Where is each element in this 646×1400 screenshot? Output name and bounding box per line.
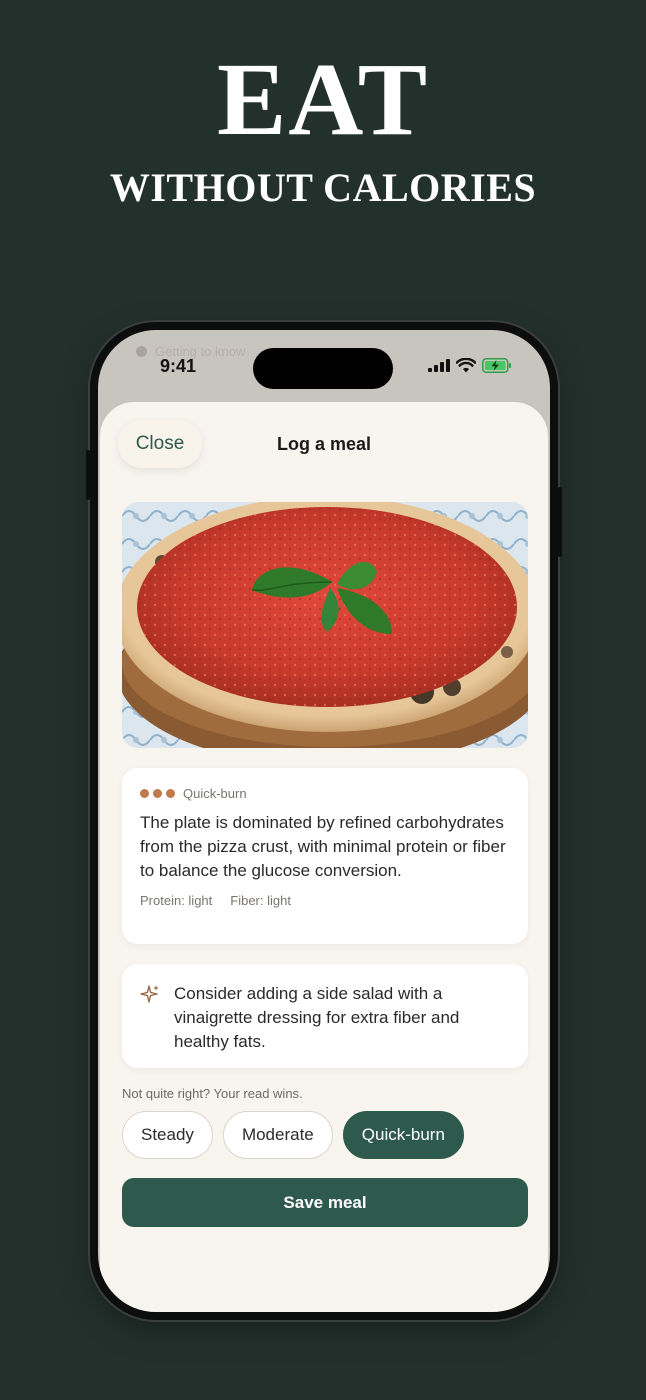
status-icons <box>428 358 512 373</box>
analysis-summary: The plate is dominated by refined carboh… <box>140 813 506 880</box>
burn-category-row: Quick-burn <box>140 786 510 801</box>
meal-photo <box>122 502 528 748</box>
chip-steady[interactable]: Steady <box>122 1111 213 1159</box>
save-meal-button[interactable]: Save meal <box>122 1178 528 1227</box>
sheet-title: Log a meal <box>276 434 372 454</box>
burn-category-label: Quick-burn <box>183 786 247 801</box>
dynamic-island <box>253 348 393 389</box>
macro-summary: Protein: light Fiber: light <box>140 893 510 908</box>
headline-title: EAT <box>216 42 430 157</box>
burn-level-dots-icon <box>140 789 175 798</box>
chip-moderate[interactable]: Moderate <box>222 1111 333 1159</box>
phone-side-button <box>86 450 90 500</box>
wifi-icon <box>456 358 476 373</box>
glucose-analysis-card: Quick-burn The plate is dominated by ref… <box>122 768 528 944</box>
fiber-level: Fiber: light <box>230 893 291 908</box>
pizza-photo-icon <box>122 502 528 748</box>
protein-level: Protein: light <box>140 893 213 908</box>
burn-override-chips: Steady Moderate Quick-burn <box>122 1111 464 1159</box>
sparkle-icon <box>140 985 159 1003</box>
phone-frame: Getting to know 9:41 Close Log a meal Qu… <box>86 322 562 1320</box>
chip-quick-burn[interactable]: Quick-burn <box>342 1111 464 1159</box>
phone-screen: Getting to know 9:41 Close Log a meal Qu… <box>98 330 550 1312</box>
battery-charging-icon <box>482 358 511 373</box>
override-hint: Not quite right? Your read wins. <box>122 1086 303 1101</box>
phone-power-button <box>558 487 562 557</box>
cellular-signal-icon <box>428 359 450 372</box>
headline-subtitle: WITHOUT CALORIES <box>109 165 537 210</box>
status-time: 9:41 <box>160 356 197 376</box>
log-meal-sheet: Close Log a meal Quick-burn The plate is… <box>100 402 548 1312</box>
marketing-headline: EAT WITHOUT CALORIES <box>0 48 646 210</box>
suggestion-text: Consider adding a side salad with a vina… <box>174 984 460 1051</box>
suggestion-card: Consider adding a side salad with a vina… <box>122 964 528 1068</box>
underlay-dot-icon <box>136 346 147 357</box>
